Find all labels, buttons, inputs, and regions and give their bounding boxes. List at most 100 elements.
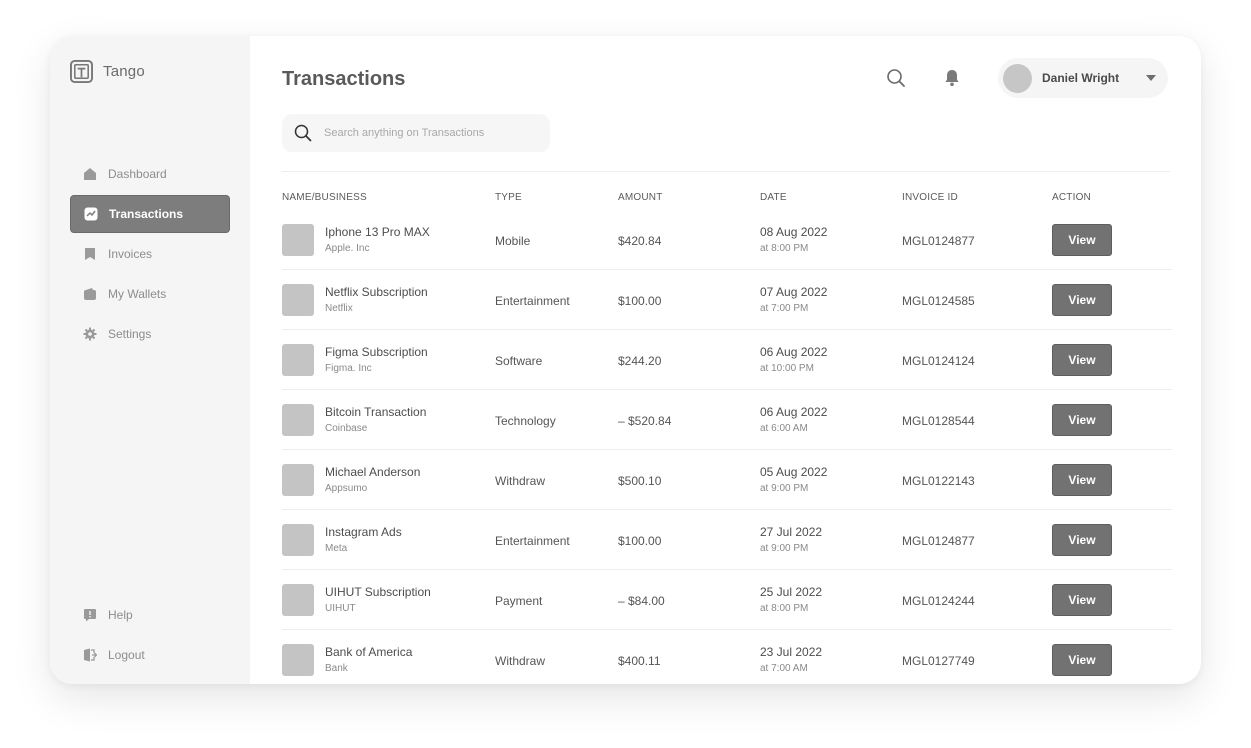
transaction-amount: $244.20 bbox=[618, 354, 662, 368]
view-button[interactable]: View bbox=[1052, 224, 1112, 256]
wallet-icon bbox=[83, 287, 97, 301]
business-logo bbox=[282, 224, 314, 256]
sidebar-item-label: Dashboard bbox=[108, 167, 167, 181]
transaction-date: 08 Aug 2022 bbox=[760, 225, 828, 239]
business-name: Bank bbox=[325, 663, 348, 674]
invoice-id: MGL0128544 bbox=[902, 414, 975, 428]
transaction-date: 23 Jul 2022 bbox=[760, 645, 823, 659]
sidebar-item-label: Settings bbox=[108, 327, 152, 341]
search-icon bbox=[294, 124, 312, 142]
business-name: Coinbase bbox=[325, 423, 368, 434]
transaction-name: Netflix Subscription bbox=[325, 285, 428, 299]
table-row: UIHUT Subscription UIHUT Payment – $84.0… bbox=[282, 570, 1172, 630]
business-name: Figma. Inc bbox=[325, 363, 372, 374]
table-row: Bitcoin Transaction Coinbase Technology … bbox=[282, 390, 1172, 450]
transaction-amount: $420.84 bbox=[618, 234, 662, 248]
transaction-amount: $500.10 bbox=[618, 474, 662, 488]
table-row: Bank of America Bank Withdraw $400.11 23… bbox=[282, 630, 1172, 684]
transaction-time: at 9:00 PM bbox=[760, 483, 809, 494]
sidebar-item-label: Transactions bbox=[109, 207, 184, 221]
page-title: Transactions bbox=[282, 68, 406, 90]
transaction-name: Figma Subscription bbox=[325, 345, 428, 359]
table-row: Netflix Subscription Netflix Entertainme… bbox=[282, 270, 1172, 330]
transaction-amount: $400.11 bbox=[618, 654, 661, 668]
sidebar-item-transactions[interactable]: Transactions bbox=[70, 195, 230, 233]
transaction-type: Entertainment bbox=[495, 534, 570, 548]
transaction-time: at 7:00 PM bbox=[760, 303, 809, 314]
sidebar-item-my-wallets[interactable]: My Wallets bbox=[70, 275, 230, 313]
sidebar-item-settings[interactable]: Settings bbox=[70, 315, 230, 353]
business-logo bbox=[282, 644, 314, 676]
home-icon bbox=[83, 167, 97, 181]
view-button[interactable]: View bbox=[1052, 404, 1112, 436]
sidebar-item-label: My Wallets bbox=[108, 287, 167, 301]
sidebar-item-logout[interactable]: Logout bbox=[70, 636, 230, 674]
table-row: Iphone 13 Pro MAX Apple. Inc Mobile $420… bbox=[282, 210, 1172, 270]
column-header-amount: AMOUNT bbox=[618, 192, 663, 203]
invoice-id: MGL0124585 bbox=[902, 294, 975, 308]
transaction-type: Payment bbox=[495, 594, 543, 608]
sidebar-bottom-nav: Help Logout bbox=[70, 596, 230, 676]
transaction-date: 07 Aug 2022 bbox=[760, 285, 828, 299]
user-name: Daniel Wright bbox=[1042, 71, 1120, 85]
view-button[interactable]: View bbox=[1052, 344, 1112, 376]
chevron-down-icon bbox=[1146, 75, 1156, 81]
business-logo bbox=[282, 464, 314, 496]
bell-icon[interactable] bbox=[942, 68, 962, 88]
view-button[interactable]: View bbox=[1052, 524, 1112, 556]
view-button[interactable]: View bbox=[1052, 284, 1112, 316]
column-header-type: TYPE bbox=[495, 192, 522, 203]
invoice-icon bbox=[83, 247, 97, 261]
brand[interactable]: Tango bbox=[70, 60, 145, 83]
column-header-invoice-id: INVOICE ID bbox=[902, 192, 958, 203]
table-row: Michael Anderson Appsumo Withdraw $500.1… bbox=[282, 450, 1172, 510]
search-icon[interactable] bbox=[886, 68, 906, 88]
help-icon bbox=[83, 608, 97, 622]
transaction-type: Mobile bbox=[495, 234, 531, 248]
gear-icon bbox=[83, 327, 97, 341]
invoice-id: MGL0124877 bbox=[902, 234, 975, 248]
view-button[interactable]: View bbox=[1052, 584, 1112, 616]
business-logo bbox=[282, 284, 314, 316]
view-button[interactable]: View bbox=[1052, 644, 1112, 676]
transaction-amount: $100.00 bbox=[618, 294, 662, 308]
transaction-name: Bitcoin Transaction bbox=[325, 405, 427, 419]
table-row: Instagram Ads Meta Entertainment $100.00… bbox=[282, 510, 1172, 570]
invoice-id: MGL0124124 bbox=[902, 354, 975, 368]
transaction-time: at 8:00 PM bbox=[760, 603, 809, 614]
transaction-date: 05 Aug 2022 bbox=[760, 465, 828, 479]
transaction-date: 06 Aug 2022 bbox=[760, 345, 828, 359]
sidebar-nav: Dashboard Transactions Invoices My Walle… bbox=[70, 155, 230, 355]
sidebar-item-label: Invoices bbox=[108, 247, 153, 261]
user-menu[interactable]: Daniel Wright bbox=[998, 58, 1168, 98]
transaction-date: 25 Jul 2022 bbox=[760, 585, 823, 599]
main-content: Transactions Daniel Wright NAME/BUSINESS… bbox=[250, 36, 1201, 684]
transaction-date: 27 Jul 2022 bbox=[760, 525, 823, 539]
sidebar-item-help[interactable]: Help bbox=[70, 596, 230, 634]
invoice-id: MGL0124877 bbox=[902, 534, 975, 548]
business-logo bbox=[282, 344, 314, 376]
brand-name: Tango bbox=[103, 63, 145, 80]
business-name: Apple. Inc bbox=[325, 243, 370, 254]
tango-logo-icon bbox=[70, 60, 93, 83]
invoice-id: MGL0124244 bbox=[902, 594, 975, 608]
invoice-id: MGL0127749 bbox=[902, 654, 975, 668]
transaction-name: Instagram Ads bbox=[325, 525, 402, 539]
invoice-id: MGL0122143 bbox=[902, 474, 975, 488]
column-header-action: ACTION bbox=[1052, 192, 1091, 203]
business-name: Meta bbox=[325, 543, 348, 554]
view-button[interactable]: View bbox=[1052, 464, 1112, 496]
sidebar-item-label: Logout bbox=[108, 648, 145, 662]
business-logo bbox=[282, 584, 314, 616]
transaction-type: Technology bbox=[495, 414, 556, 428]
sidebar-item-dashboard[interactable]: Dashboard bbox=[70, 155, 230, 193]
business-name: UIHUT bbox=[325, 603, 356, 614]
transaction-type: Entertainment bbox=[495, 294, 570, 308]
search-input[interactable] bbox=[324, 127, 544, 139]
sidebar-item-label: Help bbox=[108, 608, 133, 622]
search-bar bbox=[282, 114, 550, 152]
transaction-amount: – $520.84 bbox=[618, 414, 672, 428]
sidebar-item-invoices[interactable]: Invoices bbox=[70, 235, 230, 273]
transaction-date: 06 Aug 2022 bbox=[760, 405, 828, 419]
transaction-amount: $100.00 bbox=[618, 534, 662, 548]
